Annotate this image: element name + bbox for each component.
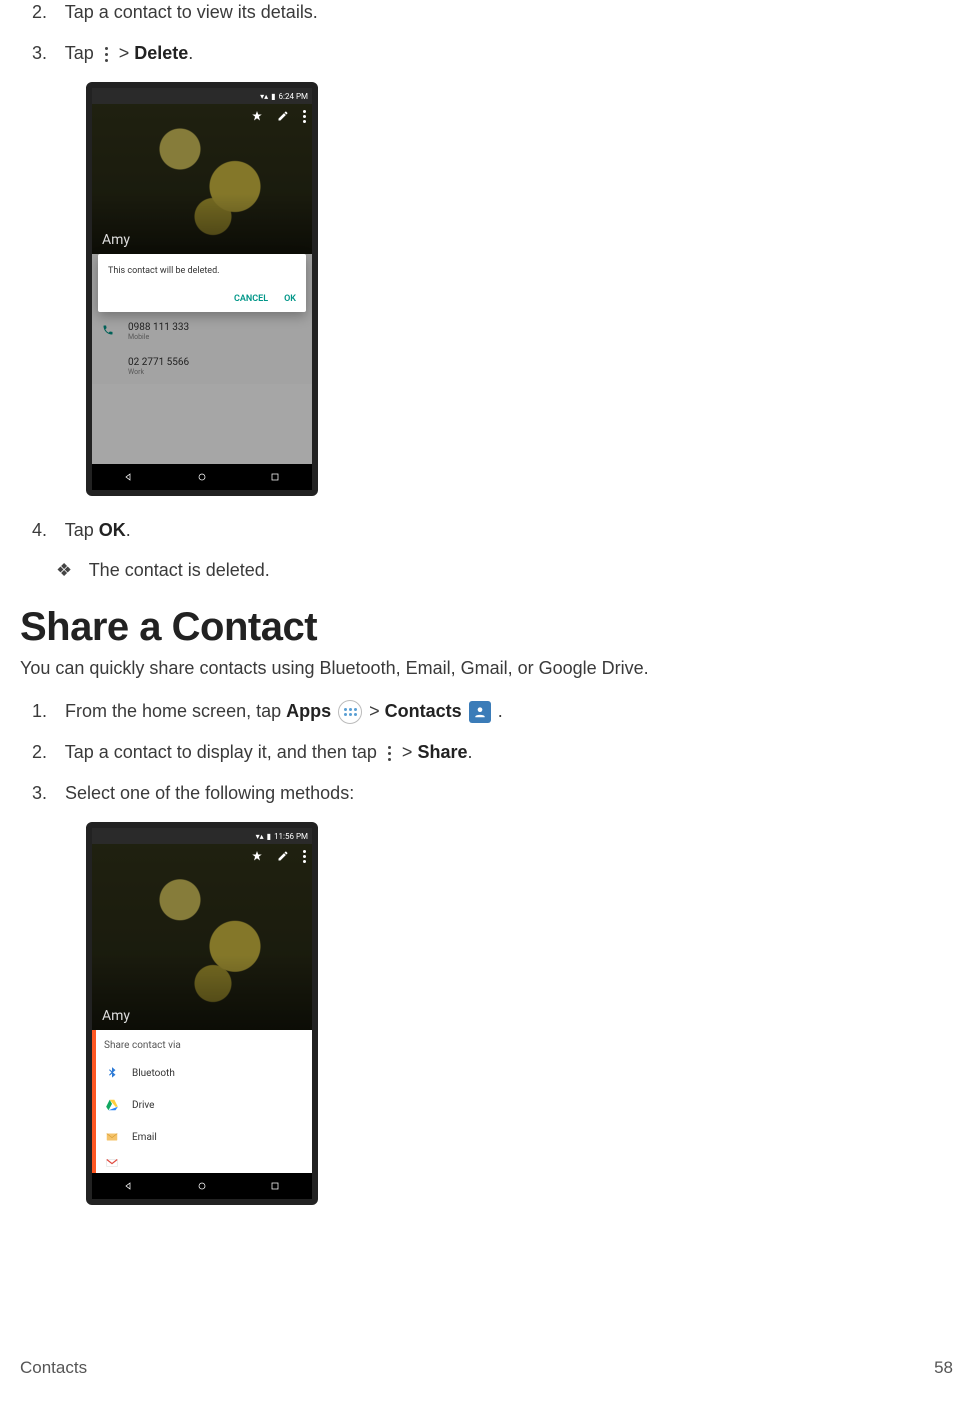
contact-header-image: Amy — [92, 844, 312, 1030]
screenshot-delete-dialog: ▾▴ ▮ 6:24 PM Amy This contact will be de… — [20, 82, 953, 496]
android-navbar — [92, 464, 312, 490]
diamond-bullet-icon: ❖ — [56, 560, 84, 581]
signal-icon: ▾▴ — [256, 832, 264, 841]
contacts-icon — [469, 701, 491, 723]
nav-home-icon — [196, 471, 208, 483]
gmail-icon — [104, 1155, 120, 1171]
share-step-3-num: 3. — [32, 781, 60, 806]
footer-page: 58 — [934, 1358, 953, 1378]
step-3-post: . — [188, 43, 193, 63]
share-option-email[interactable]: Email — [92, 1121, 312, 1153]
step-4-num: 4. — [32, 518, 60, 543]
status-time: 11:56 PM — [274, 832, 308, 841]
screenshot-share-sheet: ▾▴ ▮ 11:56 PM Amy Share con — [20, 822, 953, 1205]
step-3-gt: > — [119, 43, 135, 63]
share-option-label: Email — [132, 1132, 157, 1143]
nav-back-icon — [123, 471, 135, 483]
nav-recent-icon — [269, 471, 281, 483]
battery-icon: ▮ — [267, 832, 271, 841]
share-step-1: 1. From the home screen, tap Apps > Cont… — [60, 699, 953, 724]
dialog-message: This contact will be deleted. — [108, 266, 296, 276]
footer-section: Contacts — [20, 1358, 87, 1378]
step-3-bold: Delete — [134, 43, 188, 63]
share-option-label: Bluetooth — [132, 1068, 175, 1079]
signal-icon: ▾▴ — [260, 92, 268, 101]
email-icon — [104, 1129, 120, 1145]
share-step-1-num: 1. — [32, 699, 60, 724]
share-step-1-gt: > — [369, 701, 385, 721]
share-sheet-title: Share contact via — [92, 1030, 312, 1057]
share-option-label: Drive — [132, 1100, 154, 1111]
share-step-1-post: . — [493, 701, 503, 721]
battery-icon: ▮ — [271, 92, 275, 101]
star-icon — [251, 850, 263, 862]
dialog-cancel-button[interactable]: CANCEL — [234, 294, 268, 304]
step-3-num: 3. — [32, 41, 60, 66]
section-intro: You can quickly share contacts using Blu… — [20, 658, 953, 679]
step-4: 4. Tap OK. — [60, 518, 953, 543]
status-bar: ▾▴ ▮ 11:56 PM — [92, 828, 312, 844]
share-accent-bar — [92, 1030, 96, 1173]
star-icon — [251, 110, 263, 122]
result-text: The contact is deleted. — [89, 560, 270, 580]
share-step-2-pre: Tap a contact to display it, and then ta… — [65, 742, 382, 762]
step-2-text: Tap a contact to view its details. — [65, 2, 318, 22]
dialog-ok-button[interactable]: OK — [284, 294, 296, 304]
apps-icon — [338, 700, 362, 724]
share-step-2-post: . — [467, 742, 472, 762]
nav-back-icon — [123, 1180, 135, 1192]
more-vert-icon — [303, 850, 306, 863]
share-step-1-bold2: Contacts — [385, 701, 462, 721]
more-vert-icon — [303, 110, 306, 123]
nav-home-icon — [196, 1180, 208, 1192]
share-step-1-pre: From the home screen, tap — [65, 701, 286, 721]
share-step-3-text: Select one of the following methods: — [65, 783, 354, 803]
share-step-2-bold: Share — [417, 742, 467, 762]
step-3-pre: Tap — [65, 43, 99, 63]
step-4-post: . — [126, 520, 131, 540]
edit-icon — [277, 110, 289, 122]
step-2-num: 2. — [32, 0, 60, 25]
share-step-2-num: 2. — [32, 740, 60, 765]
contact-header-image: Amy — [92, 104, 312, 254]
more-vert-icon — [101, 44, 112, 64]
step-4-pre: Tap — [65, 520, 99, 540]
edit-icon — [277, 850, 289, 862]
share-option-drive[interactable]: Drive — [92, 1089, 312, 1121]
contact-name: Amy — [102, 1008, 130, 1024]
step-3: 3. Tap > Delete. — [60, 41, 953, 66]
bluetooth-icon — [104, 1065, 120, 1081]
status-bar: ▾▴ ▮ 6:24 PM — [92, 88, 312, 104]
android-navbar — [92, 1173, 312, 1199]
status-time: 6:24 PM — [279, 92, 308, 101]
share-step-2-gt: > — [402, 742, 418, 762]
share-step-1-bold1: Apps — [286, 701, 331, 721]
share-option-bluetooth[interactable]: Bluetooth — [92, 1057, 312, 1089]
share-step-3: 3. Select one of the following methods: — [60, 781, 953, 806]
contact-name: Amy — [102, 232, 130, 248]
section-heading: Share a Contact — [20, 605, 953, 650]
step-2: 2. Tap a contact to view its details. — [60, 0, 953, 25]
drive-icon — [104, 1097, 120, 1113]
result-line: ❖ The contact is deleted. — [20, 560, 953, 581]
share-step-2: 2. Tap a contact to display it, and then… — [60, 740, 953, 765]
share-option-more[interactable] — [92, 1153, 312, 1173]
delete-dialog: This contact will be deleted. CANCEL OK — [98, 254, 306, 312]
step-4-bold: OK — [99, 520, 126, 540]
nav-recent-icon — [269, 1180, 281, 1192]
more-vert-icon — [384, 743, 395, 763]
